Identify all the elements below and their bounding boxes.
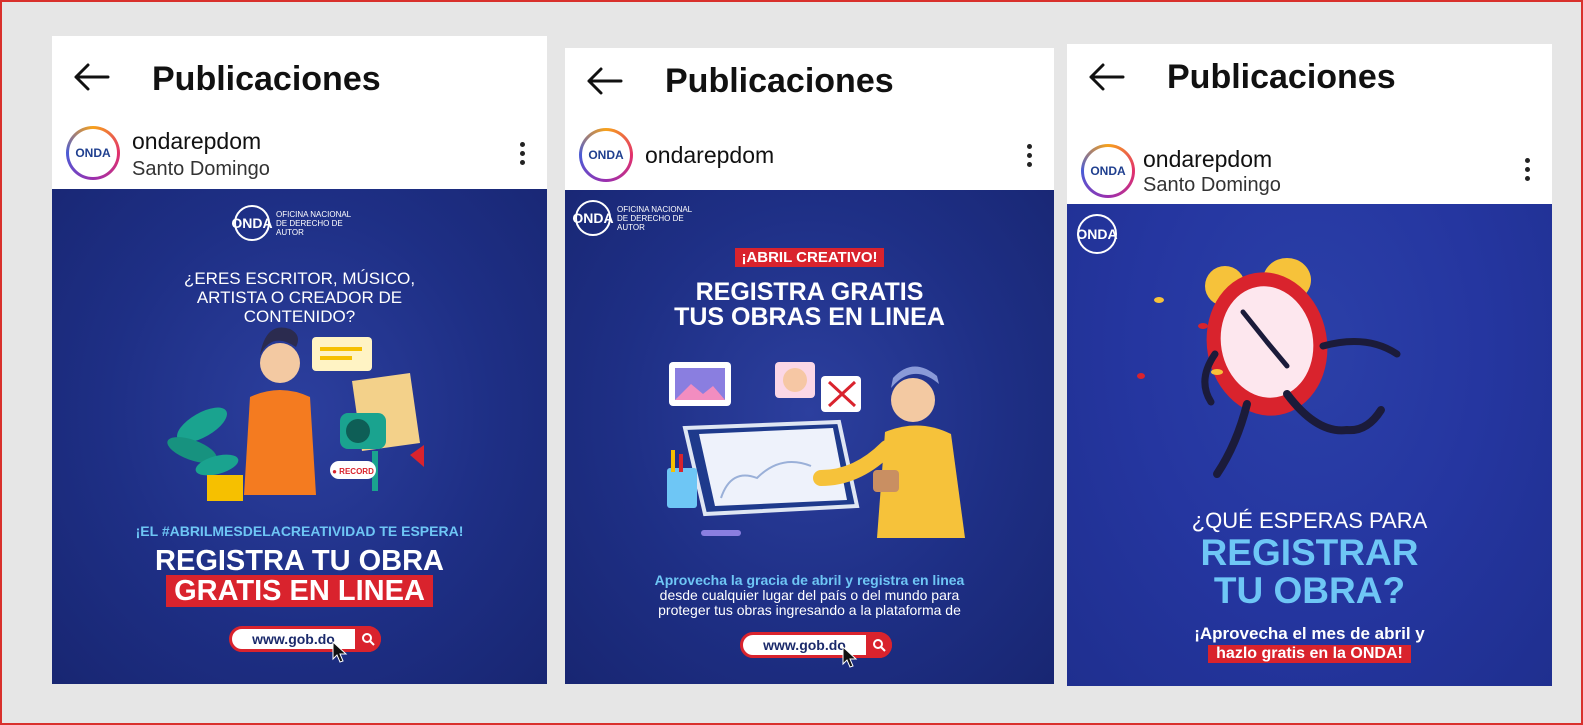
post-author-bar: ONDA ondarepdom Santo Domingo (52, 116, 547, 190)
post-image[interactable]: ONDA ¿QUÉ ESPERAS PARA REGISTRAR TU OBRA… (1067, 204, 1552, 686)
avatar[interactable]: ONDA (579, 128, 633, 182)
post-card-3: Publicaciones ONDA ondarepdom Santo Domi… (1067, 44, 1552, 686)
more-options-icon[interactable] (1524, 158, 1530, 182)
avatar[interactable]: ONDA (66, 126, 120, 180)
post-question: ¿QUÉ ESPERAS PARA (1191, 508, 1428, 533)
location[interactable]: Santo Domingo (1143, 174, 1281, 197)
post-headline-1: REGISTRAR (1200, 532, 1419, 573)
avatar-logo: ONDA (1084, 147, 1132, 195)
post-headline-2: GRATIS EN LINEA (166, 575, 433, 607)
avatar-logo: ONDA (582, 131, 630, 179)
username[interactable]: ondarepdom (1143, 146, 1272, 173)
onda-logo-subtitle: Oficina Nacional de Derecho de Autor (276, 209, 351, 237)
post-body-1: ¡Aprovecha el mes de abril y (1194, 624, 1425, 643)
url-search-pill[interactable]: www.gob.do (229, 626, 381, 652)
avatar[interactable]: ONDA (1081, 144, 1135, 198)
onda-logo-subtitle: Oficina Nacional de Derecho de Autor (617, 204, 692, 232)
post-image[interactable]: ONDA Oficina Nacional de Derecho de Auto… (565, 190, 1054, 684)
creator-illustration: ● RECORD (167, 327, 424, 501)
search-icon (866, 632, 892, 658)
onda-logo: ONDA Oficina Nacional de Derecho de Auto… (572, 200, 697, 236)
post-headline-2-wrap: GRATIS EN LINEA (52, 575, 547, 607)
post-card-2: Publicaciones ONDA ondarepdom ONDA Ofici… (565, 48, 1054, 684)
back-arrow-icon[interactable] (1087, 62, 1125, 92)
username[interactable]: ondarepdom (132, 128, 261, 155)
page-title: Publicaciones (152, 60, 381, 98)
post-headline-1: REGISTRA TU OBRA (155, 545, 444, 577)
back-arrow-icon[interactable] (72, 62, 110, 92)
cursor-icon (842, 646, 858, 668)
card-header: Publicaciones (565, 48, 1054, 118)
back-arrow-icon[interactable] (585, 66, 623, 96)
post-tag: ¡ABRIL CREATIVO! (735, 248, 884, 267)
post-body-1: Aprovecha la gracia de abril y registra … (654, 572, 965, 588)
post-body-2: desde cualquier lugar del país o del mun… (659, 587, 960, 603)
post-hashtag: ¡EL #ABRILMESDELACREATIVIDAD TE ESPERA! (135, 523, 464, 539)
post-body-2: hazlo gratis en la ONDA! (1208, 645, 1411, 663)
post-author-bar: ONDA ondarepdom (565, 118, 1054, 190)
onda-logo: ONDA (1076, 214, 1118, 254)
post-card-1: Publicaciones ONDA ondarepdom Santo Domi… (52, 36, 547, 684)
page-title: Publicaciones (665, 62, 894, 100)
avatar-logo: ONDA (69, 129, 117, 177)
post-body-2-wrap: hazlo gratis en la ONDA! (1067, 645, 1552, 663)
more-options-icon[interactable] (519, 142, 525, 166)
username[interactable]: ondarepdom (645, 142, 774, 169)
artist-illustration (667, 362, 965, 538)
onda-logo: ONDA Oficina Nacional de Derecho de Auto… (231, 205, 356, 241)
post-body-3: proteger tus obras ingresando a la plata… (658, 602, 961, 618)
post-headline-2: TU OBRA? (1213, 570, 1406, 611)
url-search-pill[interactable]: www.gob.do (740, 632, 892, 658)
onda-logo-mark: ONDA (572, 200, 614, 236)
onda-logo-mark: ONDA (231, 205, 273, 241)
record-label: ● RECORD (332, 467, 374, 476)
post-author-bar: ONDA ondarepdom Santo Domingo (1067, 136, 1552, 204)
running-clock-illustration (1137, 258, 1401, 478)
post-image[interactable]: ONDA Oficina Nacional de Derecho de Auto… (52, 189, 547, 684)
page-title: Publicaciones (1167, 58, 1396, 96)
card-header: Publicaciones (52, 36, 547, 116)
search-icon (355, 626, 381, 652)
post-tag-wrap: ¡ABRIL CREATIVO! (565, 248, 1054, 267)
more-options-icon[interactable] (1026, 144, 1032, 168)
cursor-icon (332, 641, 348, 663)
post-headline-2: TUS OBRAS EN LINEA (674, 303, 945, 331)
card-header: Publicaciones (1067, 44, 1552, 136)
location[interactable]: Santo Domingo (132, 158, 270, 181)
onda-logo-mark: ONDA (1076, 214, 1118, 254)
post-question: ¿ERES ESCRITOR, MÚSICO, ARTISTA O CREADO… (183, 269, 416, 326)
